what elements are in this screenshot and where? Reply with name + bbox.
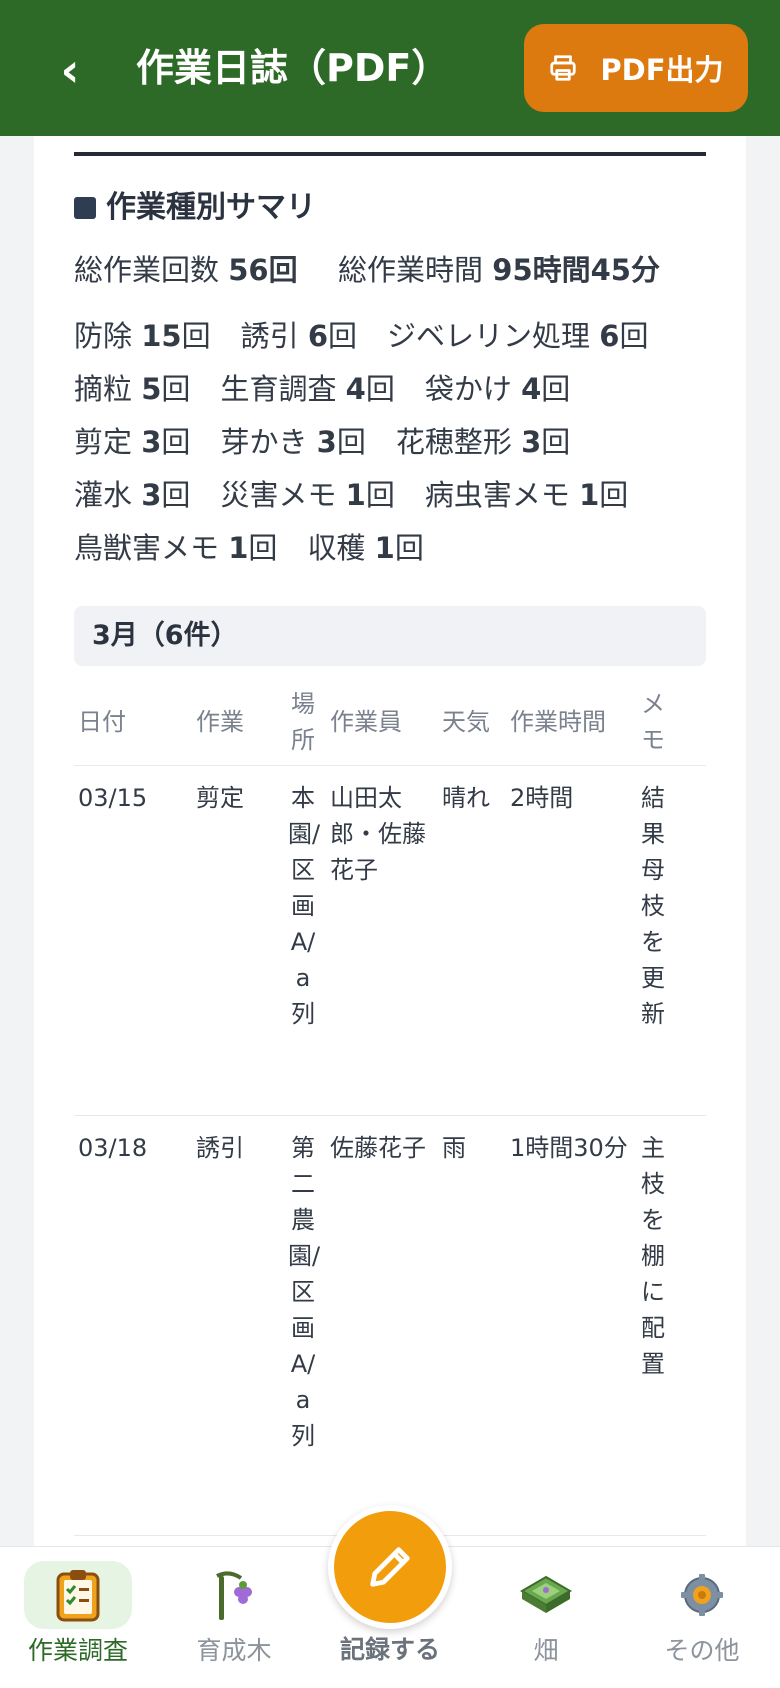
count-item: 災害メモ 1回 xyxy=(220,478,395,512)
cell-memo: 主枝を棚に配置 xyxy=(641,1134,665,1378)
page-title: 作業日誌（PDF） xyxy=(136,46,450,90)
cell-memo: 結果母枝を更新 xyxy=(641,784,665,1028)
count-item: 誘引 6回 xyxy=(240,319,358,353)
printer-icon xyxy=(550,55,577,81)
header-date: 日付 xyxy=(78,708,126,736)
count-item: 防除 15回 xyxy=(74,319,211,353)
app-header: ‹ 作業日誌（PDF） PDF出力 xyxy=(0,0,780,136)
count-item: 花穂整形 3回 xyxy=(395,425,571,459)
nav-label-other: その他 xyxy=(664,1636,740,1665)
cell-weather: 雨 xyxy=(442,1134,466,1162)
field-icon xyxy=(520,1575,572,1613)
count-item: 摘粒 5回 xyxy=(74,372,191,406)
nav-active-pill xyxy=(24,1561,132,1629)
count-item: 収穫 1回 xyxy=(307,531,424,565)
month-section-header: 3月（6件） xyxy=(74,606,706,666)
report-card: 作業種別サマリ 総作業回数 56回 総作業時間 95時間45分 防除 15回 誘引… xyxy=(34,136,746,1546)
count-item: 鳥獣害メモ 1回 xyxy=(74,531,278,565)
total-time-value: 95時間45分 xyxy=(492,253,660,287)
cell-place: 本園/区画A/a列 xyxy=(288,784,321,1028)
count-item: 生育調査 4回 xyxy=(220,372,395,406)
count-item: 芽かき 3回 xyxy=(220,425,366,459)
table-row[interactable]: 03/18 誘引 第二農園/区画A/a列 佐藤花子 雨 1時間30分 主枝を棚に… xyxy=(74,1116,706,1536)
work-type-counts: 防除 15回 誘引 6回 ジベレリン処理 6回 摘粒 5回 生育調査 4回 袋かけ 4回… xyxy=(74,310,714,575)
cell-worker: 山田太郎・佐藤花子 xyxy=(330,784,426,884)
cell-worker: 佐藤花子 xyxy=(330,1134,426,1162)
pdf-export-button[interactable]: PDF出力 xyxy=(524,24,748,112)
table-row[interactable]: 03/15 剪定 本園/区画A/a列 山田太郎・佐藤花子 晴れ 2時間 結果母枝… xyxy=(74,766,706,1116)
cell-time: 1時間30分 xyxy=(510,1134,628,1162)
cell-date: 03/18 xyxy=(78,1134,148,1162)
nav-item-field[interactable]: 畑 xyxy=(476,1547,616,1688)
total-count-value: 56回 xyxy=(228,253,298,287)
summary-title: 作業種別サマリ xyxy=(106,190,316,225)
count-item: 剪定 3回 xyxy=(74,425,191,459)
cell-work: 剪定 xyxy=(196,784,244,812)
cell-work: 誘引 xyxy=(196,1134,244,1162)
clipboard-check-icon xyxy=(56,1570,100,1622)
back-button[interactable]: ‹ xyxy=(48,44,92,96)
nav-label-work-survey: 作業調査 xyxy=(27,1636,128,1665)
cell-time: 2時間 xyxy=(510,784,574,812)
table-header-row: 日付 作業 場所 作業員 天気 作業時間 メモ xyxy=(74,680,706,766)
nav-label-trees: 育成木 xyxy=(196,1636,272,1665)
work-log-table: 日付 作業 場所 作業員 天気 作業時間 メモ 03/15 剪定 本園/区画A/… xyxy=(74,680,706,1536)
total-count-label: 総作業回数 xyxy=(74,253,220,287)
count-item: 病虫害メモ 1回 xyxy=(424,478,629,512)
count-item: 袋かけ 4回 xyxy=(424,372,571,406)
header-work: 作業 xyxy=(196,708,244,736)
header-place: 場所 xyxy=(291,690,315,754)
record-fab-label: 記録する xyxy=(339,1635,440,1664)
header-weather: 天気 xyxy=(442,708,490,736)
nav-item-work-survey[interactable]: 作業調査 xyxy=(8,1547,148,1688)
nav-label-field: 畑 xyxy=(533,1636,559,1665)
grape-tree-icon xyxy=(216,1571,252,1620)
header-time: 作業時間 xyxy=(510,708,606,736)
summary-heading: 作業種別サマリ xyxy=(74,188,316,228)
header-worker: 作業員 xyxy=(330,708,402,736)
count-item: ジベレリン処理 6回 xyxy=(387,319,649,353)
totals-line: 総作業回数 56回 総作業時間 95時間45分 xyxy=(74,248,714,292)
pdf-export-label: PDF出力 xyxy=(600,53,724,87)
pencil-icon xyxy=(370,1547,410,1587)
total-time-label: 総作業時間 xyxy=(338,253,484,287)
count-item: 灌水 3回 xyxy=(74,478,191,512)
header-memo: メモ xyxy=(641,690,665,754)
gear-icon xyxy=(681,1574,723,1616)
square-bullet-icon xyxy=(74,197,96,219)
nav-item-trees[interactable]: 育成木 xyxy=(164,1547,304,1688)
record-fab-button[interactable] xyxy=(328,1505,452,1629)
cell-weather: 晴れ xyxy=(442,784,490,812)
divider xyxy=(74,152,706,156)
cell-place: 第二農園/区画A/a列 xyxy=(288,1134,321,1450)
cell-date: 03/15 xyxy=(78,784,148,812)
nav-item-other[interactable]: その他 xyxy=(632,1547,772,1688)
